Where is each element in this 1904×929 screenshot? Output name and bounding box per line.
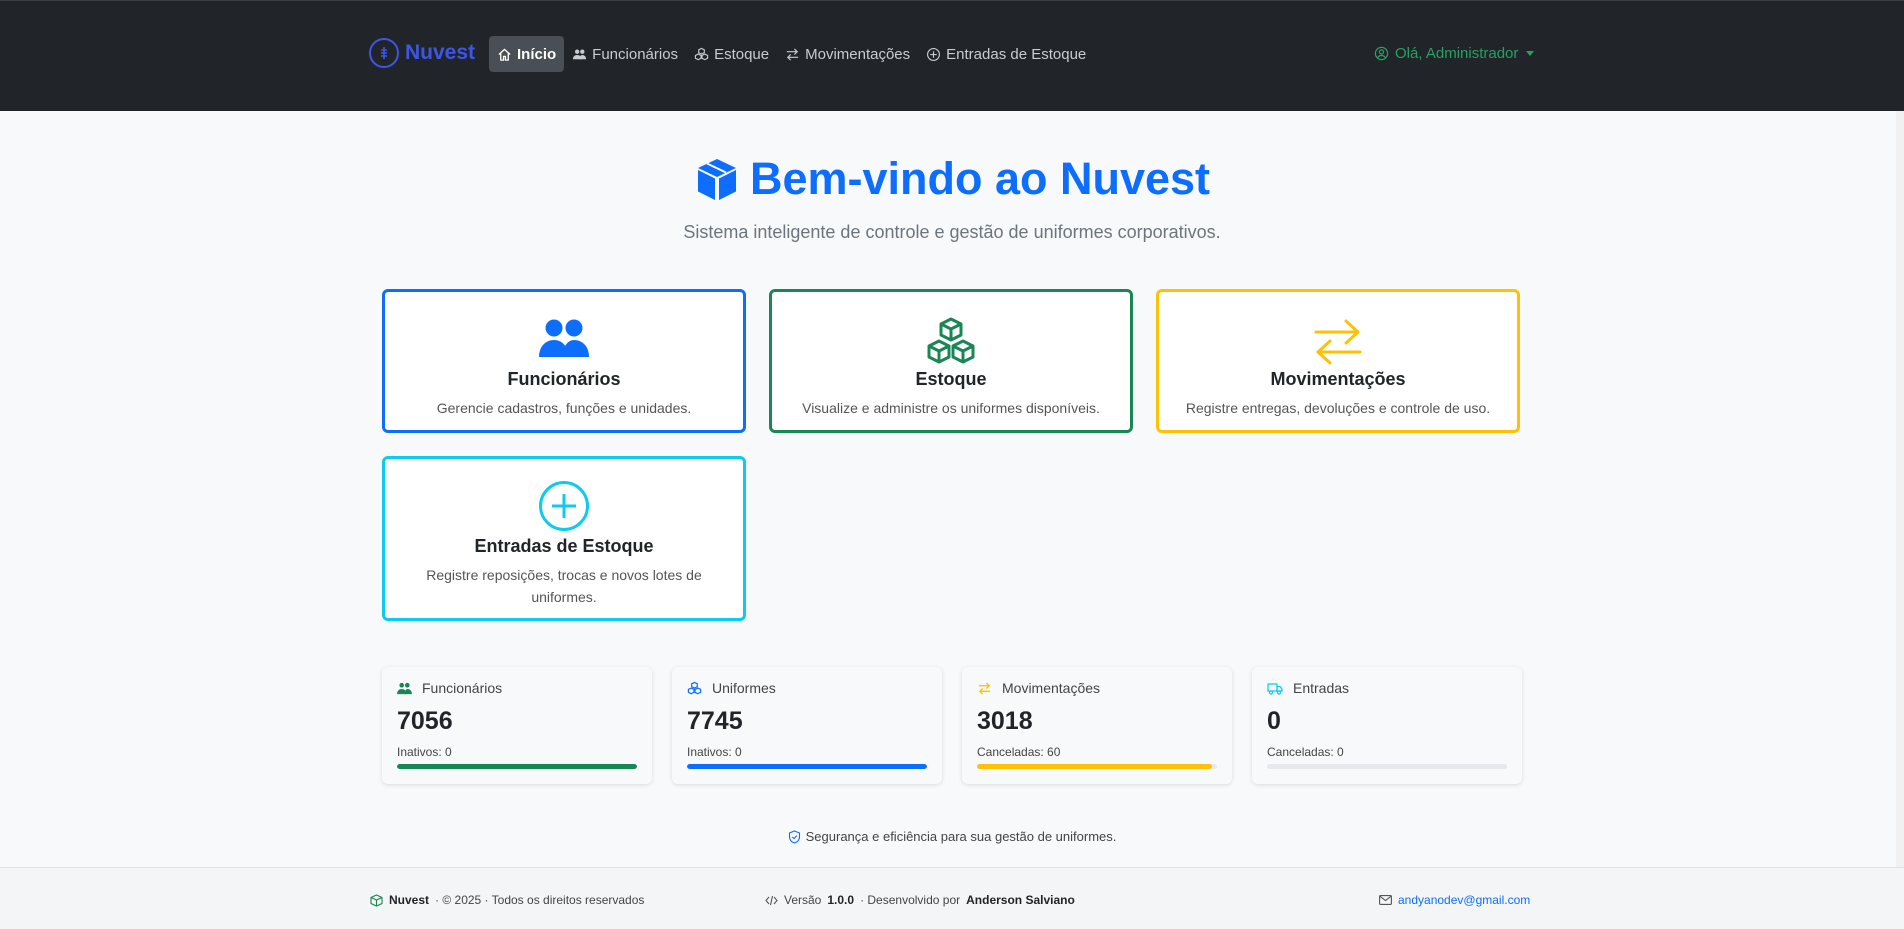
- nav-item-entradas[interactable]: Entradas de Estoque: [918, 36, 1094, 72]
- user-menu-dropdown[interactable]: Olá, Administrador: [1374, 45, 1535, 62]
- card-entradas-estoque[interactable]: Entradas de Estoque Registre reposições,…: [382, 456, 746, 621]
- hero-subtitle: Sistema inteligente de controle e gestão…: [683, 222, 1221, 242]
- stat-progress-bar: [1267, 764, 1507, 769]
- plus-circle-icon: [385, 480, 743, 532]
- user-greeting: Olá, Administrador: [1395, 45, 1519, 62]
- stat-progress-fill: [397, 764, 637, 769]
- nav-item-funcionarios[interactable]: Funcionários: [564, 36, 686, 72]
- arrows-icon: [786, 47, 799, 61]
- stat-funcionarios: Funcionários 7056 Inativos: 0: [382, 667, 652, 784]
- security-text: Segurança e eficiência para sua gestão d…: [805, 829, 1117, 844]
- stat-entradas: Entradas 0 Canceladas: 0: [1252, 667, 1522, 784]
- people-icon: [573, 49, 587, 59]
- footer-version-number: 1.0.0: [827, 893, 855, 907]
- navbar: Nuvest Início Funcionários Estoque Movim…: [0, 0, 1904, 111]
- scrollbar[interactable]: [1896, 0, 1904, 929]
- footer-contact: andyanodev@gmail.com: [1379, 893, 1530, 907]
- boxes-icon: [687, 681, 702, 694]
- brand-name: Nuvest: [405, 41, 476, 64]
- footer-dev-prefix: · Desenvolvido por: [860, 893, 961, 907]
- card-description: Registre entregas, devoluções e controle…: [1185, 400, 1491, 416]
- card-title: Entradas de Estoque: [474, 536, 654, 556]
- boxes-icon: [694, 47, 709, 60]
- stat-movimentacoes: Movimentações 3018 Canceladas: 60: [962, 667, 1232, 784]
- stat-value: 3018: [977, 707, 1033, 735]
- page-title: Bem-vindo ao Nuvest: [0, 153, 1904, 205]
- nav-item-label: Estoque: [714, 45, 770, 63]
- stat-sub: Canceladas: 60: [977, 745, 1061, 759]
- chevron-down-icon: [1526, 51, 1535, 56]
- arrows-icon: [978, 681, 991, 695]
- footer-email-link[interactable]: andyanodev@gmail.com: [1398, 893, 1530, 907]
- stat-sub: Inativos: 0: [397, 745, 452, 759]
- footer: Nuvest · © 2025 · Todos os direitos rese…: [0, 867, 1904, 929]
- stat-label: Uniformes: [712, 680, 776, 696]
- stat-progress-fill: [977, 764, 1213, 769]
- footer-version: Versão 1.0.0 · Desenvolvido por Anderson…: [765, 893, 1075, 907]
- card-funcionarios[interactable]: Funcionários Gerencie cadastros, funções…: [382, 289, 746, 433]
- main-nav: Início Funcionários Estoque Movimentaçõe…: [489, 36, 1094, 72]
- nav-item-label: Funcionários: [592, 45, 679, 63]
- shield-check-icon: [788, 829, 800, 844]
- nav-item-inicio[interactable]: Início: [489, 36, 565, 72]
- card-description: Gerencie cadastros, funções e unidades.: [436, 400, 692, 416]
- nav-item-movimentacoes[interactable]: Movimentações: [777, 36, 918, 72]
- stat-progress-bar: [687, 764, 927, 769]
- stat-label: Movimentações: [1002, 680, 1101, 696]
- nav-item-label: Início: [517, 45, 557, 63]
- people-icon: [397, 682, 412, 694]
- stat-sub: Canceladas: 0: [1267, 745, 1344, 759]
- stat-label: Funcionários: [422, 680, 503, 696]
- stat-label: Entradas: [1293, 680, 1350, 696]
- stat-sub: Inativos: 0: [687, 745, 742, 759]
- code-icon: [765, 895, 778, 905]
- brand-logo-icon: [369, 38, 399, 68]
- nav-item-label: Entradas de Estoque: [946, 45, 1087, 63]
- brand[interactable]: Nuvest: [369, 38, 475, 68]
- home-icon: [498, 48, 511, 61]
- plus-circle-icon: [927, 47, 941, 61]
- card-movimentacoes[interactable]: Movimentações Registre entregas, devoluç…: [1156, 289, 1520, 433]
- card-description: Registre reposições, trocas e novos lote…: [426, 567, 702, 605]
- truck-icon: [1267, 682, 1283, 695]
- user-circle-icon: [1374, 46, 1389, 61]
- stat-progress-bar: [397, 764, 637, 769]
- hero-title: Bem-vindo ao Nuvest: [749, 153, 1211, 204]
- footer-rights: · © 2025 · Todos os direitos reservados: [435, 893, 645, 907]
- stat-value: 7745: [687, 707, 743, 735]
- nav-item-estoque[interactable]: Estoque: [686, 36, 777, 72]
- stat-uniformes: Uniformes 7745 Inativos: 0: [672, 667, 942, 784]
- arrows-icon: [1159, 316, 1517, 368]
- footer-brand: Nuvest: [389, 893, 430, 907]
- card-description: Visualize e administre os uniformes disp…: [802, 400, 1100, 416]
- footer-developer: Anderson Salviano: [966, 893, 1075, 907]
- card-title: Estoque: [915, 369, 987, 389]
- boxes-icon: [772, 316, 1130, 368]
- stat-value: 7056: [397, 707, 453, 735]
- stat-value: 0: [1267, 707, 1281, 735]
- nav-item-label: Movimentações: [805, 45, 911, 63]
- stat-progress-fill: [687, 764, 927, 769]
- card-estoque[interactable]: Estoque Visualize e administre os unifor…: [769, 289, 1133, 433]
- card-title: Movimentações: [1270, 369, 1406, 389]
- stat-progress-bar: [977, 764, 1217, 769]
- envelope-icon: [1379, 895, 1392, 905]
- footer-copyright: Nuvest · © 2025 · Todos os direitos rese…: [370, 893, 644, 907]
- people-icon: [385, 319, 743, 359]
- box-icon: [370, 893, 383, 907]
- security-note: Segurança e eficiência para sua gestão d…: [0, 829, 1904, 844]
- footer-version-prefix: Versão: [784, 893, 822, 907]
- card-title: Funcionários: [507, 369, 621, 389]
- box-icon: [697, 159, 736, 200]
